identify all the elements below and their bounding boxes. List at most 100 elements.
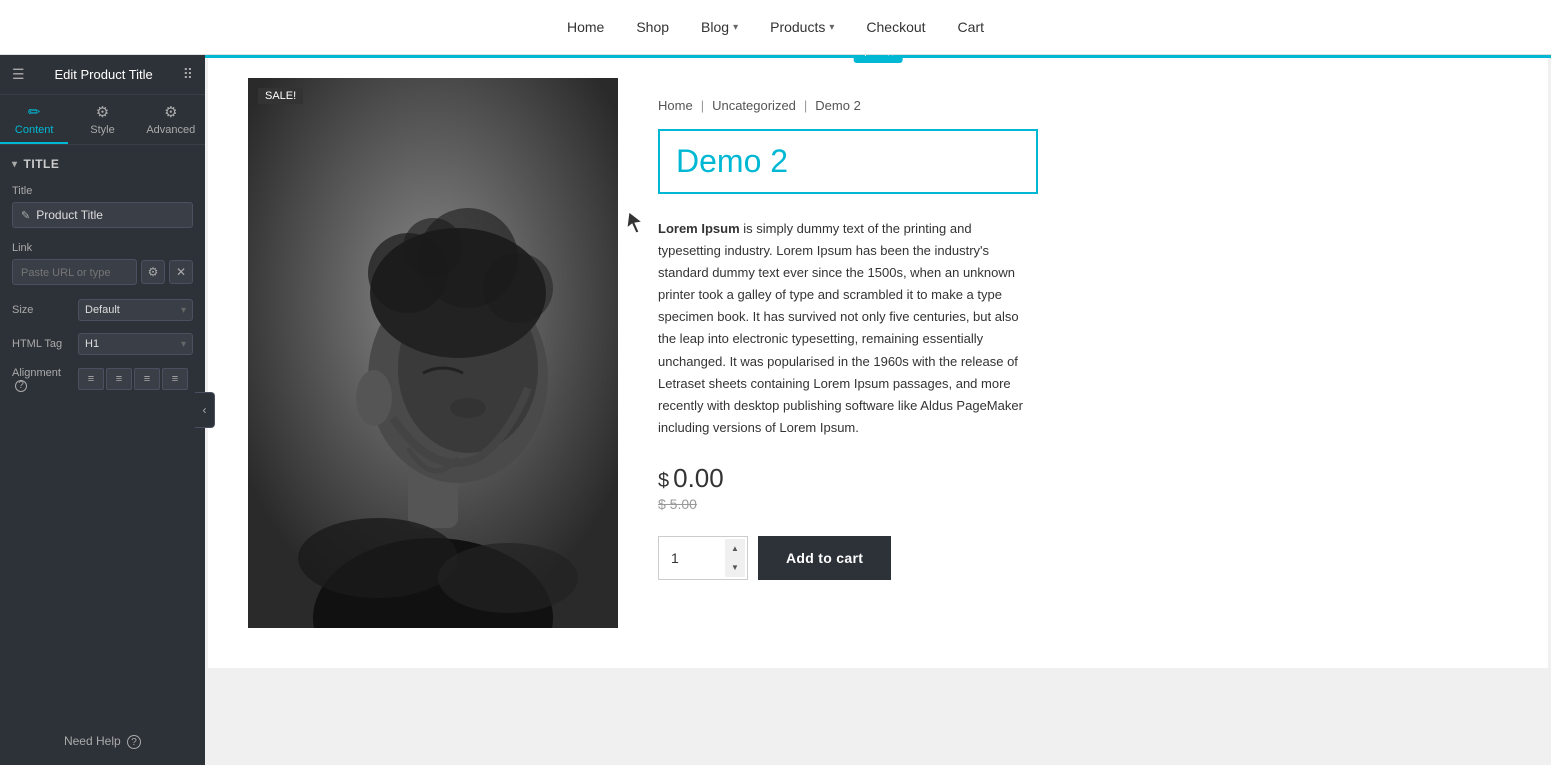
original-price: $ 5.00 <box>658 496 1508 512</box>
product-image <box>248 78 618 628</box>
nav-shop[interactable]: Shop <box>636 19 669 35</box>
sidebar-content: ▾ Title Title ✎ Link ⚙ ✕ <box>0 145 205 718</box>
product-image-section: SALE! 🔍 <box>248 78 618 628</box>
current-price: $ 0.00 <box>658 463 1508 494</box>
price-value: 0.00 <box>673 463 724 494</box>
tab-style-label: Style <box>90 124 114 136</box>
sidebar-header: ☰ Edit Product Title ⠿ <box>0 55 205 95</box>
breadcrumb-sep-1: | <box>701 98 704 113</box>
nav-cart[interactable]: Cart <box>958 19 984 35</box>
breadcrumb-category[interactable]: Uncategorized <box>712 98 796 113</box>
need-help-text: Need Help <box>64 734 121 748</box>
style-tab-icon: ⚙ <box>96 103 109 121</box>
tab-style[interactable]: ⚙ Style <box>68 95 136 144</box>
content-tab-icon: ✏ <box>28 103 41 121</box>
html-tag-value: H1 <box>85 338 99 350</box>
tab-advanced[interactable]: ⚙ Advanced <box>137 95 205 144</box>
product-title: Demo 2 <box>676 143 1020 180</box>
section-title-label: Title <box>24 157 60 171</box>
breadcrumb-current: Demo 2 <box>815 98 861 113</box>
product-page: SALE! 🔍 <box>208 58 1548 668</box>
qty-up-button[interactable]: ▲ <box>725 539 745 558</box>
nav-blog-dropdown[interactable]: Blog ▾ <box>701 19 738 35</box>
add-to-cart-button[interactable]: Add to cart <box>758 536 891 580</box>
canvas-area: + ⠿ × SALE! 🔍 <box>205 55 1551 765</box>
alignment-label-text: Alignment <box>12 367 61 379</box>
size-field-group: Size Default ▾ <box>12 299 193 321</box>
sidebar-tabs: ✏ Content ⚙ Style ⚙ Advanced <box>0 95 205 145</box>
size-value: Default <box>85 304 120 316</box>
size-select[interactable]: Default ▾ <box>78 299 193 321</box>
alignment-field-group: Alignment ? ≡ ≡ ≡ ≡ <box>12 367 193 392</box>
canvas-add-button[interactable]: + <box>862 55 870 60</box>
sale-badge: SALE! <box>258 88 303 104</box>
alignment-info-icon: ? <box>15 380 27 392</box>
link-input-wrap <box>12 259 137 285</box>
link-remove-button[interactable]: ✕ <box>169 260 193 284</box>
page-content: SALE! 🔍 <box>208 58 1548 668</box>
breadcrumb-home[interactable]: Home <box>658 98 693 113</box>
breadcrumb: Home | Uncategorized | Demo 2 <box>658 98 1508 113</box>
product-description: Lorem Ipsum is simply dummy text of the … <box>658 218 1038 439</box>
html-tag-label: HTML Tag <box>12 338 72 350</box>
html-tag-field-group: HTML Tag H1 ▾ <box>12 333 193 355</box>
pencil-icon: ✎ <box>21 209 30 222</box>
section-title-header[interactable]: ▾ Title <box>12 157 193 171</box>
nav-checkout[interactable]: Checkout <box>866 19 925 35</box>
quantity-spinners: ▲ ▼ <box>725 539 745 577</box>
qty-down-button[interactable]: ▼ <box>725 558 745 577</box>
link-field-label: Link <box>12 242 193 254</box>
grid-icon[interactable]: ⠿ <box>183 66 193 83</box>
sidebar-header-right-icons: ⠿ <box>183 66 193 83</box>
title-field-group: Title ✎ <box>12 185 193 228</box>
cart-row: ▲ ▼ Add to cart <box>658 536 1508 580</box>
link-input[interactable] <box>21 267 128 279</box>
sidebar-title: Edit Product Title <box>55 67 153 82</box>
product-details: Home | Uncategorized | Demo 2 Demo 2 Lor… <box>658 78 1508 628</box>
align-right-button[interactable]: ≡ <box>134 368 160 390</box>
html-tag-select[interactable]: H1 ▾ <box>78 333 193 355</box>
align-left-button[interactable]: ≡ <box>78 368 104 390</box>
main-layout: ☰ Edit Product Title ⠿ ✏ Content ⚙ Style… <box>0 55 1551 765</box>
breadcrumb-sep-2: | <box>804 98 807 113</box>
link-field-group: Link ⚙ ✕ <box>12 242 193 285</box>
price-section: $ 0.00 $ 5.00 <box>658 463 1508 512</box>
currency-symbol: $ <box>658 470 669 493</box>
nav-products[interactable]: Products <box>770 19 825 35</box>
products-chevron-icon: ▾ <box>829 22 834 33</box>
canvas-close-button[interactable]: × <box>887 55 895 60</box>
hamburger-icon[interactable]: ☰ <box>12 66 25 83</box>
size-chevron-icon: ▾ <box>181 305 186 316</box>
tab-advanced-label: Advanced <box>146 124 195 136</box>
blog-chevron-icon: ▾ <box>733 22 738 33</box>
sidebar-header-left-icons: ☰ <box>12 66 25 83</box>
canvas-toolbar: + ⠿ × <box>854 55 903 63</box>
product-title-box: Demo 2 <box>658 129 1038 194</box>
product-image-svg <box>248 78 618 628</box>
sidebar-collapse-button[interactable]: ‹ <box>195 392 215 428</box>
nav-products-dropdown[interactable]: Products ▾ <box>770 19 834 35</box>
canvas-move-button[interactable]: ⠿ <box>873 55 883 60</box>
link-row: ⚙ ✕ <box>12 259 193 285</box>
title-input[interactable] <box>36 208 184 222</box>
tab-content[interactable]: ✏ Content <box>0 95 68 144</box>
left-sidebar: ☰ Edit Product Title ⠿ ✏ Content ⚙ Style… <box>0 55 205 765</box>
need-help-section: Need Help ? <box>0 718 205 765</box>
nav-home[interactable]: Home <box>567 19 604 35</box>
nav-blog[interactable]: Blog <box>701 19 729 35</box>
align-justify-button[interactable]: ≡ <box>162 368 188 390</box>
canvas-highlight-bar: + ⠿ × <box>205 55 1551 58</box>
quantity-input-wrap: ▲ ▼ <box>658 536 748 580</box>
link-settings-button[interactable]: ⚙ <box>141 260 165 284</box>
need-help-link[interactable]: Need Help ? <box>64 734 141 748</box>
advanced-tab-icon: ⚙ <box>164 103 177 121</box>
size-label: Size <box>12 304 72 316</box>
align-center-button[interactable]: ≡ <box>106 368 132 390</box>
html-tag-chevron-icon: ▾ <box>181 339 186 350</box>
top-navigation: Home Shop Blog ▾ Products ▾ Checkout Car… <box>0 0 1551 55</box>
alignment-label: Alignment ? <box>12 367 72 392</box>
title-field-label: Title <box>12 185 193 197</box>
tab-content-label: Content <box>15 124 54 136</box>
title-field-input-wrap: ✎ <box>12 202 193 228</box>
alignment-buttons: ≡ ≡ ≡ ≡ <box>78 368 188 390</box>
